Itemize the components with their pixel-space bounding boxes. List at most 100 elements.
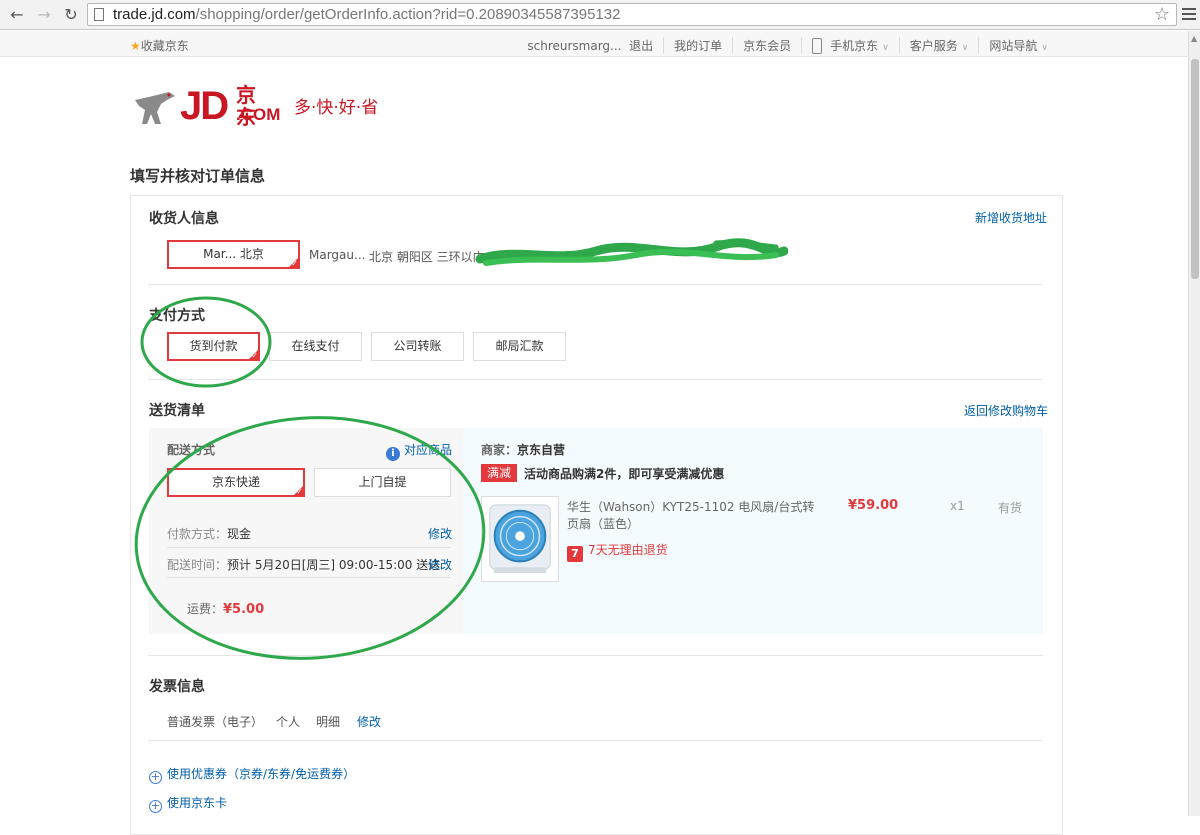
chevron-down-icon: ∨ — [961, 43, 969, 53]
section-divider — [148, 740, 1043, 741]
browser-toolbar: ← → ↻ trade.jd.com/shopping/order/getOrd… — [0, 0, 1200, 30]
plus-circle-icon: + — [149, 799, 162, 813]
section-divider — [148, 379, 1043, 380]
page-title: 填写并核对订单信息 — [130, 167, 266, 185]
jd-member-link[interactable]: 京东会员 — [732, 37, 801, 54]
username-link[interactable]: schreursmarg... — [527, 39, 621, 53]
pay-way-row: 付款方式：现金 — [167, 525, 251, 542]
promo-badge: 满减 — [481, 464, 517, 482]
customer-service-link[interactable]: 客户服务 ∨ — [898, 37, 979, 54]
section-divider — [148, 284, 1043, 285]
row-divider — [167, 577, 451, 578]
delivery-option-label: 京东快递 — [211, 475, 260, 489]
seller-name: 京东自营 — [517, 443, 566, 457]
shipping-fee-label: 运费： — [187, 602, 224, 616]
product-name-line1[interactable]: 华生（Wahson）KYT25-1102 电风扇/台式转 — [567, 498, 814, 515]
refund-policy: 7 7天无理由退货 — [567, 541, 668, 562]
payment-option-label: 在线支付 — [291, 339, 340, 353]
scrollbar-thumb[interactable] — [1191, 59, 1199, 279]
product-stock-status: 有货 — [998, 501, 1023, 515]
row-divider — [167, 547, 451, 548]
url-path: /shopping/order/getOrderInfo.action?rid=… — [195, 6, 621, 23]
payment-option-online[interactable]: 在线支付 — [269, 332, 362, 361]
invoice-type: 普通发票（电子） — [167, 715, 264, 729]
favorite-label: 收藏京东 — [140, 39, 189, 53]
browser-menu-icon[interactable] — [1180, 5, 1198, 25]
site-nav-label: 网站导航 — [989, 39, 1038, 53]
section-divider — [148, 655, 1043, 656]
use-coupons-label: 使用优惠券（京券/东券/免运费券） — [167, 767, 356, 781]
star-icon: ★ — [130, 39, 141, 53]
page-scrollbar[interactable]: ▲ — [1188, 31, 1200, 816]
edit-invoice-link[interactable]: 修改 — [357, 713, 381, 730]
mobile-jd-label: 手机京东 — [830, 39, 879, 53]
logo-slogan: 多·快·好·省 — [294, 98, 379, 118]
edit-pay-way-link[interactable]: 修改 — [428, 525, 452, 542]
promo-text: 活动商品购满2件，即可享受满减优惠 — [524, 467, 725, 481]
payment-option-cod[interactable]: 货到付款 ✓ — [167, 332, 260, 361]
delivery-method-label: 配送方式 — [167, 443, 216, 457]
my-orders-link[interactable]: 我的订单 — [663, 37, 732, 54]
payment-option-company-transfer[interactable]: 公司转账 — [371, 332, 464, 361]
use-jd-card-link[interactable]: + 使用京东卡 — [149, 794, 227, 813]
jd-dog-mascot-icon — [135, 92, 175, 124]
seller-label: 商家： — [481, 443, 518, 457]
site-nav-link[interactable]: 网站导航 ∨ — [978, 37, 1058, 54]
add-address-link[interactable]: 新增收货地址 — [975, 209, 1047, 226]
logout-link[interactable]: 退出 — [629, 39, 653, 53]
address-bar[interactable]: trade.jd.com/shopping/order/getOrderInfo… — [87, 3, 1177, 26]
seven-day-refund-icon: 7 — [567, 546, 583, 562]
delivery-option-jd-express[interactable]: 京东快递 ✓ — [167, 468, 305, 497]
page-icon — [94, 8, 104, 21]
payment-option-label: 货到付款 — [189, 339, 238, 353]
target-goods-link[interactable]: i 对应商品 — [386, 441, 452, 461]
selected-consignee-label: Mar... 北京 — [203, 247, 264, 261]
use-jd-card-label: 使用京东卡 — [167, 796, 228, 810]
product-quantity: x1 — [950, 499, 965, 513]
consignee-name: Margau... — [309, 248, 366, 262]
favorite-link[interactable]: ★收藏京东 — [130, 37, 189, 54]
selected-consignee-button[interactable]: Mar... 北京 ✓ — [167, 240, 300, 269]
use-coupons-link[interactable]: + 使用优惠券（京券/东券/免运费券） — [149, 765, 355, 784]
product-name-line2[interactable]: 页扇（蓝色） — [567, 515, 639, 532]
reload-icon[interactable]: ↻ — [60, 4, 82, 26]
invoice-section-title: 发票信息 — [149, 679, 205, 695]
check-icon: ✓ — [296, 487, 303, 496]
refund-label: 7天无理由退货 — [588, 543, 668, 557]
top-links: schreursmarg... 退出 我的订单 京东会员 手机京东 ∨ 客户服务 ∨… — [517, 37, 1058, 54]
back-arrow-icon[interactable]: ← — [6, 4, 28, 26]
product-price: ¥59.00 — [848, 498, 899, 513]
product-thumbnail[interactable] — [481, 496, 559, 582]
customer-service-label: 客户服务 — [909, 39, 958, 53]
payment-option-postal[interactable]: 邮局汇款 — [473, 332, 566, 361]
invoice-holder: 个人 — [276, 715, 301, 729]
shipping-section-title: 送货清单 — [149, 403, 205, 419]
logo-com-text: .COM — [236, 105, 281, 124]
logo-jd-text: JD — [180, 84, 229, 128]
payment-option-label: 邮局汇款 — [495, 339, 544, 353]
consignee-section-title: 收货人信息 — [149, 211, 219, 227]
phone-icon — [812, 38, 823, 54]
delivery-option-label: 上门自提 — [358, 475, 407, 489]
delivery-time-label: 配送时间： — [167, 558, 228, 572]
delivery-option-self-pickup[interactable]: 上门自提 — [314, 468, 451, 497]
chevron-down-icon: ∨ — [1041, 43, 1048, 53]
edit-delivery-time-link[interactable]: 修改 — [428, 556, 452, 573]
plus-circle-icon: + — [149, 770, 162, 784]
bookmark-star-icon[interactable]: ☆ — [1154, 4, 1170, 25]
fan-image-icon — [489, 504, 551, 574]
site-topbar: ★收藏京东 schreursmarg... 退出 我的订单 京东会员 手机京东 ∨… — [0, 31, 1188, 57]
scroll-up-icon[interactable]: ▲ — [1191, 34, 1197, 43]
payment-option-label: 公司转账 — [393, 339, 442, 353]
url-text[interactable]: trade.jd.com/shopping/order/getOrderInfo… — [113, 6, 620, 23]
pay-way-value: 现金 — [227, 527, 252, 541]
payment-section-title: 支付方式 — [149, 308, 205, 324]
shipping-fee-value: ¥5.00 — [223, 602, 265, 617]
seller-row: 商家：京东自营 — [481, 441, 565, 458]
mobile-jd-link[interactable]: 手机京东 ∨ — [801, 37, 899, 54]
back-to-cart-link[interactable]: 返回修改购物车 — [964, 402, 1048, 419]
forward-arrow-icon[interactable]: → — [33, 4, 55, 26]
user-area: schreursmarg... 退出 — [517, 37, 663, 54]
redaction-scribble — [476, 238, 788, 266]
info-icon: i — [386, 447, 400, 461]
